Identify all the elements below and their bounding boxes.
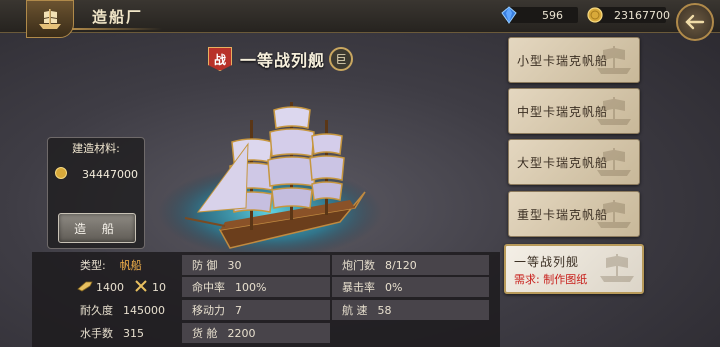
ship-silhouette-icon [597, 200, 631, 228]
ship-list-label: 一等战列舰 [514, 255, 580, 269]
stat-label: 防 御 [192, 259, 218, 272]
materials-panel: 建造材料: 34447000 造 船 [47, 137, 145, 249]
blue-gem-icon [500, 6, 518, 27]
stat-label: 货 舱 [192, 327, 218, 340]
stat-value: 0% [385, 280, 403, 294]
stat-value: 7 [235, 303, 242, 317]
warship-class-badge: 战 [208, 47, 232, 71]
ship-list-item-small-carrack[interactable]: 小型卡瑞克帆船 [508, 37, 640, 83]
stat-type: 类型: 帆船 [80, 255, 142, 275]
ship-list-item-medium-carrack[interactable]: 中型卡瑞克帆船 [508, 88, 640, 134]
ship-silhouette-icon [597, 46, 631, 74]
materials-amount: 34447000 [82, 168, 138, 181]
ship-illustration [150, 80, 410, 270]
materials-label: 建造材料: [72, 142, 120, 155]
stat-mobility: 移动力 7 [182, 300, 330, 320]
stat-value: 10 [152, 280, 166, 294]
page-title: 造船厂 [92, 8, 144, 26]
title-divider [72, 28, 162, 30]
stat-value: 58 [377, 303, 392, 317]
stat-cannon-ports: 炮门数 8/120 [332, 255, 489, 275]
stat-value: 帆船 [119, 259, 142, 272]
stat-cargo: 货 舱 2200 [182, 323, 330, 343]
stat-label: 航 速 [342, 304, 368, 317]
gold-coin-icon [54, 166, 68, 183]
back-button[interactable] [676, 3, 714, 41]
stat-accuracy: 命中率 100% [182, 277, 330, 297]
ship-silhouette-icon [597, 97, 631, 125]
stat-sailors: 水手数 315 [80, 323, 144, 343]
stat-value: 100% [235, 280, 267, 294]
stat-label: 类型: [80, 259, 106, 272]
gold-amount: 23167700 [614, 8, 670, 22]
ship-list-item-heavy-carrack[interactable]: 重型卡瑞克帆船 [508, 191, 640, 237]
ship-emblem-icon [26, 0, 74, 38]
ship-list-item-first-rate[interactable]: 一等战列舰 需求: 制作图纸 [504, 244, 644, 294]
stat-value: 315 [123, 326, 144, 340]
stat-label: 炮门数 [342, 259, 375, 272]
back-arrow-icon [685, 14, 705, 30]
stat-label: 暴击率 [342, 281, 375, 294]
build-ship-button[interactable]: 造 船 [58, 213, 136, 243]
stat-durability: 耐久度 145000 [80, 300, 165, 320]
attack-icon [76, 279, 94, 296]
stat-speed: 航 速 58 [332, 300, 489, 320]
stat-label: 耐久度 [80, 304, 113, 317]
stat-value: 145000 [123, 303, 165, 317]
stat-value: 8/120 [385, 258, 417, 272]
stat-value: 2200 [227, 326, 256, 340]
gem-counter: 596 [501, 6, 578, 24]
stat-label: 命中率 [192, 281, 225, 294]
ship-silhouette-icon [597, 148, 631, 176]
crossed-swords-icon [134, 279, 148, 296]
ship-silhouette-icon [600, 254, 634, 282]
ship-list-item-large-carrack[interactable]: 大型卡瑞克帆船 [508, 139, 640, 185]
stat-label: 水手数 [80, 327, 113, 340]
stat-crit-rate: 暴击率 0% [332, 277, 489, 297]
stat-defense: 防 御 30 [182, 255, 330, 275]
ship-title: 战 一等战列舰 巨 [208, 47, 354, 71]
gold-counter: 23167700 [587, 7, 670, 23]
materials-cost: 34447000 [54, 166, 138, 183]
stat-value: 1400 [96, 280, 124, 294]
stat-value: 30 [227, 258, 242, 272]
requirement-text: 需求: 制作图纸 [514, 273, 588, 286]
gold-coin-icon [586, 6, 604, 27]
size-badge: 巨 [329, 47, 354, 71]
gem-amount: 596 [542, 8, 563, 22]
stat-label: 移动力 [192, 304, 225, 317]
stat-attack: 1400 10 [76, 277, 166, 297]
ship-name: 一等战列舰 [240, 51, 326, 70]
top-bar: 造船厂 596 23167700 [0, 0, 720, 41]
ship-stats-panel: 类型: 帆船 1400 10 耐久度 145000 水手数 315 防 御 30… [32, 252, 500, 347]
